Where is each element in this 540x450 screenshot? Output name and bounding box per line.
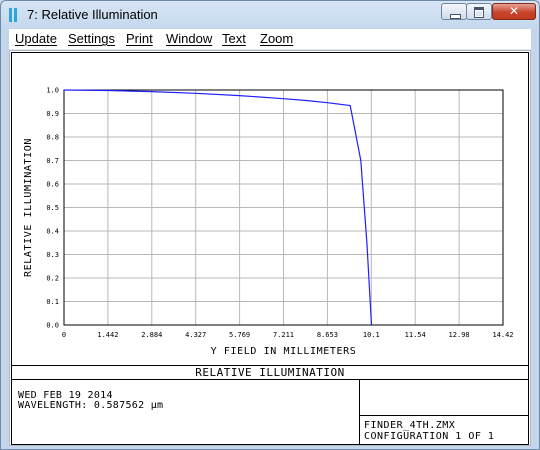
x-tick-label: 4.327 xyxy=(185,331,206,339)
x-tick-label: 10.1 xyxy=(363,331,380,339)
x-tick-label: 2.884 xyxy=(141,331,162,339)
menu-zoom[interactable]: Zoom xyxy=(260,31,293,46)
x-tick-label: 12.98 xyxy=(449,331,470,339)
y-tick-label: 0.0 xyxy=(46,322,59,330)
y-tick-label: 0.3 xyxy=(46,251,59,259)
x-tick-label: 8.653 xyxy=(317,331,338,339)
menu-update[interactable]: Update xyxy=(15,31,57,46)
menu-text[interactable]: Text xyxy=(222,31,246,46)
report-configuration: CONFIGURATION 1 OF 1 xyxy=(364,431,495,442)
y-tick-label: 0.6 xyxy=(46,181,59,189)
x-tick-label: 5.769 xyxy=(229,331,250,339)
app-icon xyxy=(9,8,19,22)
y-tick-label: 1.0 xyxy=(46,87,59,95)
x-tick-label: 7.211 xyxy=(273,331,294,339)
y-tick-label: 0.7 xyxy=(46,157,59,165)
report-filename: FINDER_4TH.ZMX xyxy=(364,420,456,431)
x-tick-label: 11.54 xyxy=(405,331,426,339)
report-frame: 0 1.442 2.884 4.327 5.769 7.211 8.653 10.1 11.54… xyxy=(11,52,529,445)
y-tick-label: 0.9 xyxy=(46,110,59,118)
menu-bar: Update Settings Print Window Text Zoom xyxy=(9,29,531,50)
menu-window[interactable]: Window xyxy=(166,31,212,46)
x-tick-label: 1.442 xyxy=(97,331,118,339)
y-tick-label: 0.2 xyxy=(46,275,59,283)
plot-content-area: 0 1.442 2.884 4.327 5.769 7.211 8.653 10.1 11.54… xyxy=(9,50,531,446)
x-tick-label: 14.42 xyxy=(492,331,513,339)
report-wavelength: WAVELENGTH: 0.587562 µm xyxy=(18,400,164,411)
y-tick-label: 0.8 xyxy=(46,134,59,142)
report-title-block: FINDER_4TH.ZMX CONFIGURATION 1 OF 1 xyxy=(359,379,529,445)
y-tick-label: 0.4 xyxy=(46,228,59,236)
report-banner: RELATIVE ILLUMINATION xyxy=(12,365,528,380)
y-tick-label: 0.5 xyxy=(46,204,59,212)
close-button[interactable] xyxy=(492,3,536,20)
relative-illumination-window: 7: Relative Illumination Update Settings… xyxy=(0,0,540,450)
menu-print[interactable]: Print xyxy=(126,31,153,46)
x-axis-label: Y FIELD IN MILLIMETERS xyxy=(211,346,357,357)
report-file-block: FINDER_4TH.ZMX CONFIGURATION 1 OF 1 xyxy=(360,415,529,445)
maximize-button[interactable] xyxy=(466,3,492,20)
report-file-text: FINDER_4TH.ZMX CONFIGURATION 1 OF 1 xyxy=(364,420,494,442)
title-bar[interactable]: 7: Relative Illumination xyxy=(1,1,539,29)
y-axis-label: RELATIVE ILLUMINATION xyxy=(23,138,34,277)
y-tick-label: 0.1 xyxy=(46,298,59,306)
minimize-button[interactable] xyxy=(441,3,467,20)
window-title: 7: Relative Illumination xyxy=(27,7,158,22)
relative-illumination-chart: 0 1.442 2.884 4.327 5.769 7.211 8.653 10.1 11.54… xyxy=(23,87,514,358)
report-info: WED FEB 19 2014 WAVELENGTH: 0.587562 µm xyxy=(18,391,163,411)
x-tick-label: 0 xyxy=(62,331,66,339)
menu-settings[interactable]: Settings xyxy=(68,31,115,46)
